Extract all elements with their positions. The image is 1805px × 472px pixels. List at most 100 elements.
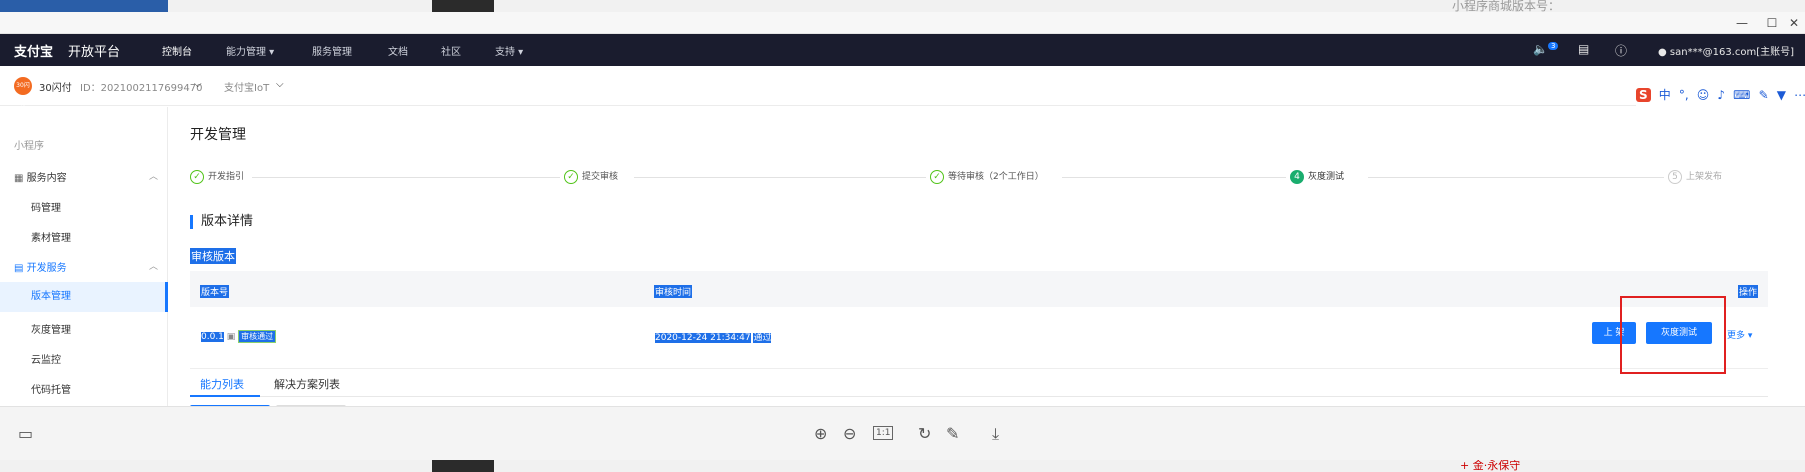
step-wait: ✓ 等待审核（2个工作日）: [930, 169, 1044, 184]
sidebar-group-service[interactable]: ▦ 服务内容 ︿: [0, 169, 168, 184]
sidebar-section-miniprogram: 小程序: [14, 141, 44, 152]
zoom-in-icon[interactable]: ⊕: [814, 424, 827, 443]
background-dark-block: [432, 0, 494, 12]
table-row: 0.0.1 ▣ 审核通过: [200, 330, 277, 343]
sidebar-group-dev[interactable]: ▤ 开发服务 ︿: [0, 259, 168, 274]
nav-service[interactable]: 服务管理: [312, 43, 352, 58]
step-number: 4: [1290, 169, 1304, 184]
brand-title[interactable]: 开放平台: [68, 41, 120, 60]
background-window-strip: 小程序商城版本号：: [0, 0, 1805, 12]
step-number: 5: [1668, 169, 1682, 184]
audit-time: 2020-12-24 21:34:47: [655, 333, 751, 343]
sidebar-item-gray[interactable]: 灰度管理: [0, 321, 168, 336]
top-navbar: 支付宝 开放平台 控制台 能力管理 ▾ 服务管理 文档 社区 支持 ▾ 🔈 3 ▤…: [0, 34, 1805, 66]
step-label: 灰度测试: [1308, 172, 1345, 182]
more-label: 更多: [1727, 331, 1746, 341]
sidebar-item-version[interactable]: 版本管理: [0, 282, 168, 312]
nav-support[interactable]: 支持 ▾: [495, 43, 523, 58]
maximize-icon[interactable]: ☐: [1760, 14, 1784, 32]
table-header: 版本号 审核时间 操作: [190, 271, 1768, 307]
sogou-logo-icon[interactable]: S: [1636, 88, 1651, 102]
audit-status: 通过: [753, 333, 772, 343]
app-switch-chevron-icon[interactable]: ⌵: [194, 79, 202, 90]
background-text: + 金·永保守: [1460, 460, 1521, 472]
ime-toolbar: S 中 °, ☺ ♪ ⌨ ✎ ▼ ⋯: [1636, 84, 1805, 106]
account-menu[interactable]: ● san***@163.com[主账号]: [1658, 43, 1794, 58]
dev-icon: ▤: [14, 263, 24, 274]
sidebar-item-monitor[interactable]: 云监控: [0, 351, 168, 366]
nav-capability[interactable]: 能力管理 ▾: [226, 43, 274, 58]
help-icon[interactable]: ⓘ: [1615, 42, 1627, 59]
thumbnail-icon[interactable]: ▭: [18, 424, 33, 443]
nav-community[interactable]: 社区: [441, 43, 461, 58]
sidebar: 小程序 ▦ 服务内容 ︿ 码管理 素材管理 ▤ 开发服务 ︿ 版本管理 灰度管理 云…: [0, 107, 168, 435]
platform-chevron-icon[interactable]: ⌵: [276, 79, 284, 90]
zoom-out-icon[interactable]: ⊖: [843, 424, 856, 443]
more-menu[interactable]: 更多 ▾: [1727, 328, 1752, 341]
download-icon[interactable]: ⤓: [992, 424, 999, 444]
step-connector: [1368, 177, 1664, 178]
nav-docs[interactable]: 文档: [388, 43, 408, 58]
window-titlebar: — ☐ ✕: [0, 12, 1805, 34]
page-title: 开发管理: [190, 127, 246, 143]
mic-icon[interactable]: ♪: [1717, 88, 1725, 102]
ime-more-icon[interactable]: ⋯: [1794, 88, 1805, 102]
account-label: san***@163.com[主账号]: [1669, 47, 1795, 58]
step-label: 上架发布: [1686, 172, 1723, 182]
check-icon: ✓: [190, 169, 204, 184]
notice-badge: 3: [1547, 42, 1559, 50]
nav-console[interactable]: 控制台: [162, 43, 192, 58]
ime-punct[interactable]: °,: [1679, 88, 1689, 102]
sidebar-item-code-hosting[interactable]: 代码托管: [0, 381, 168, 396]
status-badge: 审核通过: [238, 330, 277, 343]
alipay-logo[interactable]: 支付宝: [14, 41, 53, 60]
avatar: ●: [1658, 47, 1667, 58]
background-blue-block: [0, 0, 168, 12]
step-guide: ✓ 开发指引: [190, 169, 245, 184]
rotate-icon[interactable]: ↻: [918, 424, 931, 443]
app-id: ID：2021002117699470: [80, 83, 203, 94]
progress-steps: ✓ 开发指引 ✓ 提交审核 ✓ 等待审核（2个工作日） 4 灰度测试 5 上架发布: [190, 169, 1750, 185]
tab-bar: 能力列表 解决方案列表: [190, 369, 1768, 397]
group-label: 服务内容: [26, 173, 67, 184]
tab-capability-list[interactable]: 能力列表: [200, 376, 244, 392]
app-name[interactable]: 30闪付: [39, 79, 72, 94]
emoji-icon[interactable]: ☺: [1697, 88, 1710, 102]
document-icon[interactable]: ▤: [1578, 42, 1589, 56]
minimize-icon[interactable]: —: [1730, 14, 1754, 32]
step-connector: [252, 177, 560, 178]
grid-icon: ▦: [14, 173, 24, 184]
ime-mode[interactable]: 中: [1659, 86, 1671, 103]
qrcode-icon[interactable]: ▣: [227, 332, 236, 342]
speaker-icon[interactable]: 🔈 3: [1533, 42, 1559, 56]
skin-icon[interactable]: ▼: [1777, 88, 1786, 102]
step-publish: 5 上架发布: [1668, 169, 1723, 184]
keyboard-icon[interactable]: ⌨: [1733, 88, 1750, 102]
col-version: 版本号: [200, 285, 230, 298]
check-icon: ✓: [564, 169, 578, 184]
edit-icon[interactable]: ✎: [946, 424, 959, 443]
actual-size-icon[interactable]: 1:1: [873, 426, 894, 440]
background-text: 小程序商城版本号：: [1452, 0, 1561, 12]
audit-version-label: 审核版本: [190, 248, 236, 264]
background-bottom-strip: + 金·永保守: [0, 460, 1805, 472]
close-icon[interactable]: ✕: [1782, 14, 1805, 32]
step-label: 提交审核: [582, 172, 619, 182]
version-table: 版本号 审核时间 操作 0.0.1 ▣ 审核通过 2020-12-24 21:3…: [190, 271, 1768, 369]
step-label: 等待审核（2个工作日）: [948, 172, 1044, 182]
step-submit: ✓ 提交审核: [564, 169, 619, 184]
chevron-up-icon: ︿: [148, 172, 158, 182]
step-label: 开发指引: [208, 172, 245, 182]
sidebar-item-material[interactable]: 素材管理: [0, 229, 168, 244]
tools-icon[interactable]: ✎: [1759, 88, 1769, 102]
sidebar-item-code[interactable]: 码管理: [0, 199, 168, 214]
logo-text: 支付宝: [14, 45, 54, 60]
tab-solution-list[interactable]: 解决方案列表: [274, 376, 340, 392]
viewer-toolbar: ▭ ⊕ ⊖ 1:1 ↻ ✎ ⤓: [0, 406, 1805, 460]
check-icon: ✓: [930, 169, 944, 184]
active-tab-indicator: [190, 395, 260, 397]
annotation-highlight-box: [1620, 296, 1726, 374]
col-action: 操作: [1738, 285, 1759, 298]
platform-selector[interactable]: 支付宝IoT: [224, 79, 269, 94]
chevron-up-icon: ︿: [148, 262, 158, 272]
